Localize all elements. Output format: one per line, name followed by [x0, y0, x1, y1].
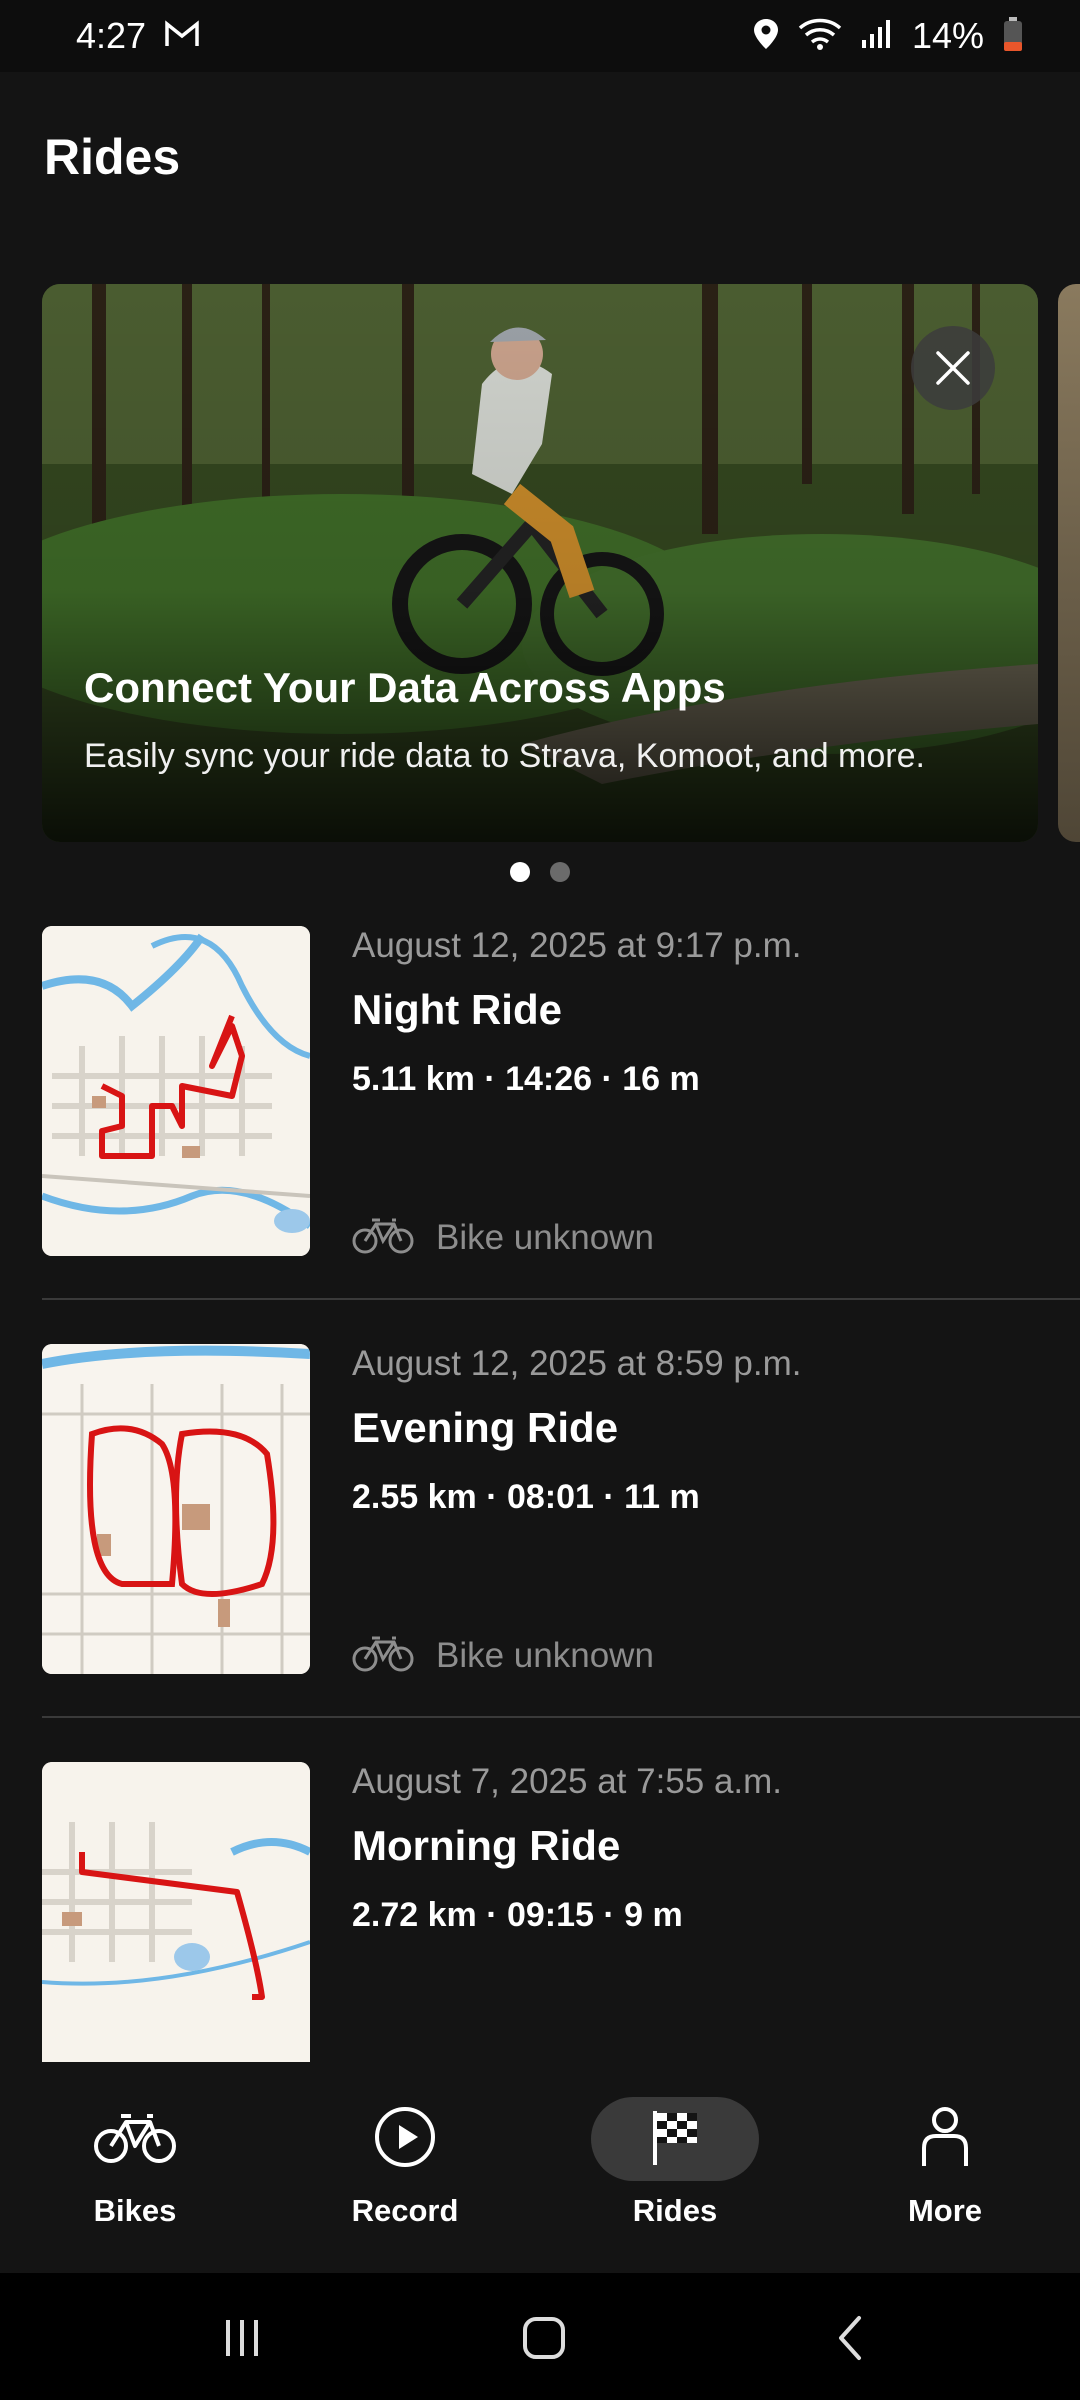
nav-record-icon-wrap	[321, 2097, 489, 2181]
ride-map-thumbnail	[42, 926, 310, 1256]
home-button[interactable]	[484, 2303, 604, 2373]
recent-apps-icon	[226, 2320, 258, 2356]
ride-bike-label: Bike unknown	[436, 1635, 654, 1675]
gmail-icon	[164, 19, 200, 54]
ride-date: August 12, 2025 at 8:59 p.m.	[352, 1344, 802, 1383]
page-title: Rides	[44, 129, 181, 185]
ride-stats: 2.55 km · 08:01 · 11 m	[352, 1478, 700, 1516]
back-button[interactable]	[790, 2303, 910, 2373]
system-nav-bar	[0, 2273, 1080, 2400]
close-icon	[936, 351, 970, 385]
recent-apps-button[interactable]	[182, 2303, 302, 2373]
play-icon	[374, 2106, 436, 2173]
status-bar: 4:27 14%	[0, 0, 1080, 72]
next-banner-peek[interactable]	[1058, 284, 1080, 842]
bicycle-icon	[352, 1634, 414, 1677]
person-icon	[920, 2106, 970, 2173]
ride-item-evening-ride[interactable]: August 12, 2025 at 8:59 p.m. Evening Rid…	[0, 1344, 1080, 1762]
nav-bikes-icon-wrap	[51, 2097, 219, 2181]
app-header	[0, 72, 1080, 312]
battery-percent: 14%	[911, 15, 984, 56]
nav-record[interactable]: Record	[270, 2063, 540, 2273]
signal-icon	[860, 18, 894, 55]
bottom-nav: Bikes Record Rides More	[0, 2063, 1080, 2273]
ride-date: August 12, 2025 at 9:17 p.m.	[352, 926, 802, 965]
ride-map-thumbnail	[42, 1762, 310, 2062]
ride-stats: 2.72 km · 09:15 · 9 m	[352, 1896, 683, 1934]
status-time: 4:27	[76, 15, 147, 56]
carousel-dot-1[interactable]	[510, 862, 530, 882]
ride-date: August 7, 2025 at 7:55 a.m.	[352, 1762, 783, 1801]
banner-title: Connect Your Data Across Apps	[84, 664, 726, 711]
bicycle-icon	[93, 2110, 177, 2169]
location-icon	[752, 17, 780, 56]
ride-bike-label: Bike unknown	[436, 1217, 654, 1257]
divider	[42, 1716, 1080, 1718]
carousel-dots	[0, 862, 1080, 882]
nav-label: Rides	[632, 2193, 718, 2228]
ride-name: Evening Ride	[352, 1404, 619, 1451]
banner-close-button[interactable]	[911, 326, 995, 410]
ride-bike: Bike unknown	[352, 1216, 654, 1259]
divider	[42, 1298, 1080, 1300]
nav-more-icon-wrap	[861, 2097, 1029, 2181]
wifi-icon	[798, 17, 842, 56]
carousel-dot-2[interactable]	[550, 862, 570, 882]
checkered-flag-icon	[647, 2107, 703, 2172]
bicycle-icon	[352, 1216, 414, 1259]
nav-more[interactable]: More	[810, 2063, 1080, 2273]
nav-bikes[interactable]: Bikes	[0, 2063, 270, 2273]
home-icon	[523, 2317, 565, 2359]
ride-name: Night Ride	[352, 986, 562, 1033]
battery-low-icon	[1002, 16, 1024, 57]
ride-map-thumbnail	[42, 1344, 310, 1674]
back-icon	[839, 2316, 861, 2360]
ride-bike: Bike unknown	[352, 1634, 654, 1677]
ride-item-morning-ride[interactable]: August 7, 2025 at 7:55 a.m. Morning Ride…	[0, 1762, 1080, 2062]
nav-label: Record	[351, 2193, 459, 2228]
nav-rides-icon-wrap	[591, 2097, 759, 2181]
nav-label: More	[907, 2193, 983, 2228]
ride-stats: 5.11 km · 14:26 · 16 m	[352, 1060, 700, 1098]
banner-subtitle: Easily sync your ride data to Strava, Ko…	[84, 737, 925, 775]
ride-item-night-ride[interactable]: August 12, 2025 at 9:17 p.m. Night Ride …	[0, 926, 1080, 1344]
ride-name: Morning Ride	[352, 1822, 621, 1869]
nav-label: Bikes	[93, 2193, 177, 2228]
nav-rides[interactable]: Rides	[540, 2063, 810, 2273]
